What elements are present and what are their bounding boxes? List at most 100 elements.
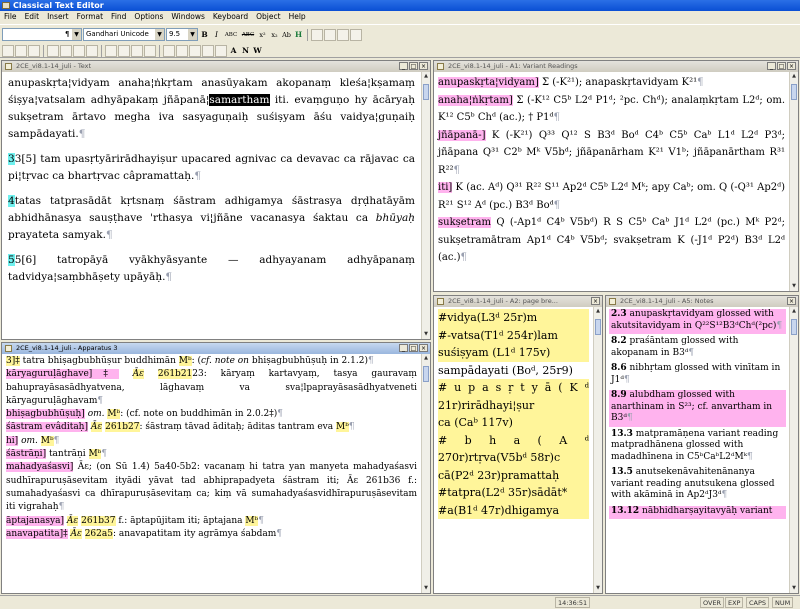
- apparatus-entry: anavapatita]‡ Āɛ 262a5: anavapatitam ity…: [6, 528, 283, 539]
- menu-edit[interactable]: Edit: [21, 11, 44, 23]
- status-caps: CAPS: [746, 597, 770, 608]
- close-icon[interactable]: ×: [787, 62, 796, 70]
- scroll-thumb[interactable]: [423, 84, 429, 100]
- print-icon[interactable]: [47, 44, 59, 57]
- apparatus-entry: śāstram evâditaḥ] Āɛ 261b27: śāstraṃ tāv…: [6, 422, 355, 433]
- menu-windows[interactable]: Windows: [167, 11, 208, 23]
- scroll-thumb[interactable]: [423, 366, 429, 382]
- style-select[interactable]: ¶ ▼: [2, 28, 82, 41]
- subscript-button[interactable]: x₂: [269, 29, 280, 41]
- minimize-icon[interactable]: _: [399, 62, 408, 70]
- apparatus-scrollbar[interactable]: ▲ ▼: [421, 354, 430, 593]
- apparatus-content[interactable]: 3]‡ tatra bhiṣagbubhūṣur buddhimān Mᵇ: (…: [2, 354, 421, 593]
- apparatus-icon[interactable]: [189, 44, 201, 57]
- scroll-thumb[interactable]: [791, 319, 797, 335]
- text-scrollbar[interactable]: ▲ ▼: [421, 72, 430, 339]
- note-entry: 8.9 alubdham glossed with anarthinam in …: [609, 390, 786, 427]
- justify-icon[interactable]: [350, 28, 362, 41]
- notes-content[interactable]: 2.3 anupaskṛtavidyam glossed with akutsi…: [606, 307, 789, 593]
- bold-button[interactable]: B: [199, 29, 210, 41]
- pagebreak-scrollbar[interactable]: ▲ ▼: [593, 307, 602, 593]
- menu-object[interactable]: Object: [252, 11, 284, 23]
- smallcaps-button[interactable]: ABC: [223, 29, 239, 41]
- toolbar-row-format: ¶ ▼ Gandhari Unicode ▼ 9.5 ▼ B I ABC ABC x²…: [2, 27, 362, 42]
- table-icon[interactable]: [202, 44, 214, 57]
- minimize-icon[interactable]: _: [767, 62, 776, 70]
- paragraph-number: 3: [8, 153, 15, 165]
- pilcrow-icon[interactable]: [163, 44, 175, 57]
- align-right-icon[interactable]: [337, 28, 349, 41]
- align-center-icon[interactable]: [324, 28, 336, 41]
- menu-help[interactable]: Help: [285, 11, 310, 23]
- pagebreak-entry: ca (Caᵇ 117v): [438, 414, 589, 432]
- close-icon[interactable]: ×: [419, 62, 428, 70]
- pagebreak-entry: #vidya(L3ᵈ 25r)m: [438, 309, 589, 327]
- maximize-icon[interactable]: □: [777, 62, 786, 70]
- pagebreak-entry: #tatpra(L2ᵈ 35r)sādāt*: [438, 484, 589, 502]
- variant-readings-window: 2CE_vi8.1-14_juli - A1: Variant Readings…: [433, 60, 799, 292]
- text-window-titlebar: 2CE_vi8.1-14_juli - Text _ □ ×: [2, 61, 430, 72]
- chevron-down-icon: ▼: [155, 29, 164, 40]
- scroll-thumb[interactable]: [595, 319, 601, 335]
- tool-w-button[interactable]: W: [252, 45, 263, 57]
- tool-n-button[interactable]: N: [240, 45, 251, 57]
- menu-options[interactable]: Options: [130, 11, 167, 23]
- new-file-icon[interactable]: [2, 44, 14, 57]
- strikethrough-button[interactable]: ABC: [240, 29, 256, 41]
- font-select[interactable]: Gandhari Unicode ▼: [83, 28, 165, 41]
- font-size-select[interactable]: 9.5 ▼: [166, 28, 198, 41]
- align-left-icon[interactable]: [311, 28, 323, 41]
- pagebreak-entry: sampādayati (Boᵈ, 25r9): [438, 363, 573, 377]
- replace-icon[interactable]: [144, 44, 156, 57]
- close-icon[interactable]: ×: [591, 297, 600, 305]
- redo-icon[interactable]: [118, 44, 130, 57]
- apparatus-entry: mahadyaśasvi] Āɛ; (on Sū 1.4) 5a40-5b2: …: [6, 462, 417, 513]
- close-icon[interactable]: ×: [787, 297, 796, 305]
- minimize-icon[interactable]: _: [399, 344, 408, 352]
- menu-find[interactable]: Find: [107, 11, 130, 23]
- menu-format[interactable]: Format: [73, 11, 107, 23]
- variant-window-titlebar: 2CE_vi8.1-14_juli - A1: Variant Readings…: [434, 61, 798, 72]
- scroll-thumb[interactable]: [791, 84, 797, 100]
- paragraph-number: 5: [8, 254, 15, 266]
- image-icon[interactable]: [215, 44, 227, 57]
- case-button[interactable]: Ab: [281, 29, 292, 41]
- tool-a-button[interactable]: A: [228, 45, 239, 57]
- document-icon: [5, 63, 12, 70]
- paste-icon[interactable]: [86, 44, 98, 57]
- superscript-button[interactable]: x²: [257, 29, 268, 41]
- toolbar: ¶ ▼ Gandhari Unicode ▼ 9.5 ▼ B I ABC ABC x²…: [0, 24, 800, 58]
- variant-entry: anupaskṛta¦vidyam] Σ (-K²¹); anapaskṛtav…: [438, 77, 704, 88]
- pagebreak-entry: #-vatsa(T1ᵈ 254r)lam: [438, 326, 589, 344]
- menu-keyboard[interactable]: Keyboard: [209, 11, 252, 23]
- text-content[interactable]: anupaskṛta¦vidyam anaha¦ṅkṛtam anasūyaka…: [2, 72, 421, 339]
- highlight-button[interactable]: H: [293, 29, 304, 41]
- close-icon[interactable]: ×: [419, 344, 428, 352]
- app-icon: [2, 2, 10, 9]
- find-icon[interactable]: [131, 44, 143, 57]
- italic-button[interactable]: I: [211, 29, 222, 41]
- menu-insert[interactable]: Insert: [43, 11, 73, 23]
- maximize-icon[interactable]: □: [409, 344, 418, 352]
- status-num: NUM: [772, 597, 794, 608]
- note-entry: 13.5 anutsekenāvahitenānanya variant rea…: [611, 467, 775, 500]
- note-entry: 8.2 praśāntam glossed with akopanam in B…: [611, 336, 739, 358]
- variant-scrollbar[interactable]: ▲ ▼: [789, 72, 798, 291]
- note-icon[interactable]: [176, 44, 188, 57]
- apparatus-entry: bhiṣagbubhūṣuḥ] om. Mᵇ: (cf. note on bud…: [6, 409, 283, 420]
- notes-scrollbar[interactable]: ▲ ▼: [789, 307, 798, 593]
- variant-entry: jñāpanā-] K (-K²¹) Q³³ Q¹² S B3ᵈ Boᵈ C4ᵇ…: [438, 129, 785, 176]
- variant-content[interactable]: anupaskṛta¦vidyam] Σ (-K²¹); anapaskṛtav…: [434, 72, 789, 291]
- save-icon[interactable]: [28, 44, 40, 57]
- open-folder-icon[interactable]: [15, 44, 27, 57]
- cut-icon[interactable]: [60, 44, 72, 57]
- pagebreak-content[interactable]: #vidya(L3ᵈ 25r)m #-vatsa(T1ᵈ 254r)lam su…: [434, 307, 593, 593]
- pagebreak-entry: suśiṣyam (L1ᵈ 175v): [438, 344, 589, 362]
- chevron-down-icon: ▼: [72, 29, 81, 40]
- menu-file[interactable]: File: [0, 11, 21, 23]
- document-icon: [437, 63, 444, 70]
- undo-icon[interactable]: [105, 44, 117, 57]
- pagebreak-entry: cā(P2ᵈ 23r)pramattaḥ: [438, 466, 589, 484]
- maximize-icon[interactable]: □: [409, 62, 418, 70]
- copy-icon[interactable]: [73, 44, 85, 57]
